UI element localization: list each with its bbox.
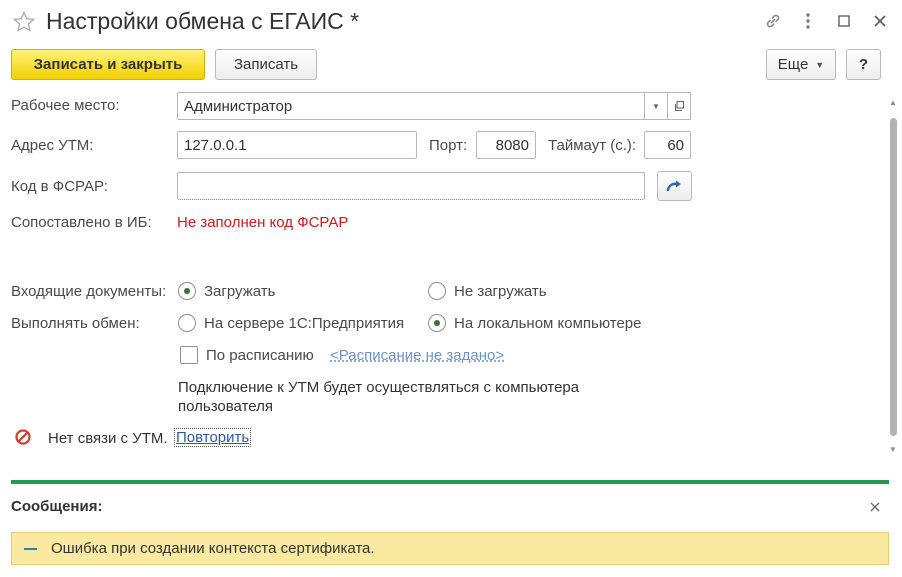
message-text: Ошибка при создании контекста сертификат… <box>51 540 375 557</box>
message-dash-icon <box>24 547 37 550</box>
status-text: Нет связи с УТМ. <box>48 430 168 447</box>
more-button[interactable]: Еще ▼ <box>766 49 836 80</box>
fsrar-field[interactable] <box>177 172 645 200</box>
messages-separator <box>11 480 889 484</box>
dropdown-arrow-icon: ▼ <box>652 101 660 111</box>
schedule-link[interactable]: <Расписание не задано> <box>330 347 504 364</box>
schedule-checkbox-label[interactable]: По расписанию <box>206 347 314 364</box>
maximize-icon[interactable] <box>833 10 855 32</box>
radio-load[interactable] <box>178 282 196 300</box>
more-button-label: Еще <box>777 56 809 73</box>
schedule-checkbox[interactable] <box>180 346 198 364</box>
workplace-field[interactable]: Администратор <box>177 92 645 120</box>
connection-note-line2: пользователя <box>178 398 273 415</box>
open-window-icon <box>674 100 685 112</box>
radio-local[interactable] <box>428 314 446 332</box>
save-button[interactable]: Записать <box>215 49 317 80</box>
radio-no-load[interactable] <box>428 282 446 300</box>
matched-value: Не заполнен код ФСРАР <box>177 214 349 231</box>
close-icon[interactable] <box>869 10 891 32</box>
help-button[interactable]: ? <box>846 49 881 80</box>
window-title: Настройки обмена с ЕГАИС * <box>46 8 360 34</box>
workplace-label: Рабочее место: <box>11 97 120 114</box>
utm-address-label: Адрес УТМ: <box>11 137 94 154</box>
timeout-label: Таймаут (с.): <box>548 137 637 154</box>
link-icon[interactable] <box>762 10 784 32</box>
star-icon[interactable] <box>12 10 36 34</box>
radio-no-load-label[interactable]: Не загружать <box>454 283 547 300</box>
redo-arrow-icon <box>666 180 681 192</box>
port-field[interactable]: 8080 <box>476 131 536 159</box>
scrollbar-thumb[interactable] <box>890 118 897 436</box>
dropdown-button[interactable]: ▼ <box>644 92 668 120</box>
more-vertical-icon[interactable] <box>797 10 819 32</box>
radio-server[interactable] <box>178 314 196 332</box>
timeout-field[interactable]: 60 <box>644 131 691 159</box>
fill-fsrar-button[interactable] <box>657 171 692 201</box>
exchange-mode-label: Выполнять обмен: <box>11 315 140 332</box>
incoming-documents-label: Входящие документы: <box>11 283 167 300</box>
utm-address-field[interactable]: 127.0.0.1 <box>177 131 417 159</box>
matched-label: Сопоставлено в ИБ: <box>11 214 152 231</box>
connection-note-line1: Подключение к УТМ будет осуществляться с… <box>178 379 580 396</box>
messages-close-icon[interactable] <box>868 500 882 514</box>
radio-local-label[interactable]: На локальном компьютере <box>454 315 642 332</box>
save-and-close-button[interactable]: Записать и закрыть <box>11 49 205 80</box>
port-label: Порт: <box>429 137 468 154</box>
message-item[interactable]: Ошибка при создании контекста сертификат… <box>11 532 889 565</box>
fsrar-label: Код в ФСРАР: <box>11 178 108 195</box>
no-connection-icon <box>14 428 32 446</box>
messages-title: Сообщения: <box>11 498 103 515</box>
retry-link[interactable]: Повторить <box>174 428 252 447</box>
chevron-down-icon: ▼ <box>815 59 825 70</box>
scroll-down-icon[interactable]: ▼ <box>889 445 897 454</box>
scroll-up-icon[interactable]: ▲ <box>889 98 897 107</box>
radio-server-label[interactable]: На сервере 1С:Предприятия <box>204 315 404 332</box>
radio-load-label[interactable]: Загружать <box>204 283 275 300</box>
open-button[interactable] <box>667 92 691 120</box>
